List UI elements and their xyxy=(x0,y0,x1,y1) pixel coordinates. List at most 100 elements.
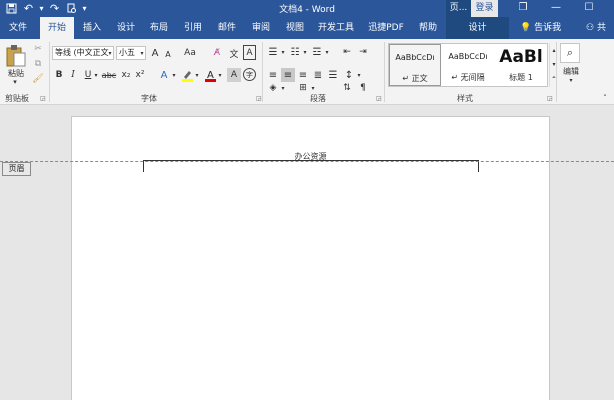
paragraph-launcher-icon[interactable]: ◲ xyxy=(376,95,382,102)
font-size-dropdown-icon[interactable]: ▾ xyxy=(138,47,146,59)
character-shading-icon[interactable]: A xyxy=(227,68,241,82)
enclose-characters-icon[interactable]: 字 xyxy=(243,68,256,81)
decrease-indent-icon[interactable]: ⇤ xyxy=(340,45,354,59)
bullets-dropdown-icon[interactable]: ▾ xyxy=(280,47,286,57)
paste-icon[interactable] xyxy=(4,43,28,69)
tab-header-design[interactable]: 设计 xyxy=(446,17,509,39)
style-sample: AaBl xyxy=(499,47,543,67)
group-divider xyxy=(49,42,50,102)
show-marks-icon[interactable]: ¶ xyxy=(356,83,370,93)
document-canvas: 办公资源 页眉 xyxy=(0,106,614,400)
justify-icon[interactable]: ≣ xyxy=(311,68,325,82)
document-page[interactable]: 办公资源 xyxy=(71,116,550,400)
login-button[interactable]: 登录 xyxy=(471,0,498,17)
shading-dropdown-icon[interactable]: ▾ xyxy=(280,83,286,93)
phonetic-guide-icon[interactable]: 文 xyxy=(228,46,240,60)
font-name-dropdown-icon[interactable]: ▾ xyxy=(106,47,114,59)
multilevel-dropdown-icon[interactable]: ▾ xyxy=(324,47,330,57)
font-group-label: 字体 xyxy=(141,94,157,103)
character-border-icon[interactable]: A xyxy=(243,45,256,60)
tab-design[interactable]: 设计 xyxy=(112,17,140,39)
tab-view[interactable]: 视图 xyxy=(281,17,309,39)
style-name: 标题 1 xyxy=(509,73,533,82)
context-tool-title: 页... xyxy=(446,0,471,17)
shading-icon[interactable]: ◈ xyxy=(266,83,280,93)
shrink-font-button[interactable]: A xyxy=(163,48,173,60)
group-divider xyxy=(384,42,385,102)
cut-icon[interactable]: ✂ xyxy=(32,43,44,55)
tab-home[interactable]: 开始 xyxy=(40,17,74,39)
line-spacing-dropdown-icon[interactable]: ▾ xyxy=(356,70,362,80)
bold-button[interactable]: B xyxy=(53,68,65,82)
styles-launcher-icon[interactable]: ◲ xyxy=(547,95,553,102)
styles-group-label: 样式 xyxy=(457,94,473,103)
collapse-ribbon-icon[interactable]: ˄ xyxy=(600,93,610,103)
superscript-button[interactable]: x² xyxy=(134,68,146,82)
tab-insert[interactable]: 插入 xyxy=(78,17,106,39)
clipboard-launcher-icon[interactable]: ◲ xyxy=(40,95,46,102)
group-divider xyxy=(556,42,557,102)
text-effects-icon[interactable]: A xyxy=(157,68,171,82)
italic-button[interactable]: I xyxy=(67,68,79,82)
font-launcher-icon[interactable]: ◲ xyxy=(256,95,262,102)
font-name-select[interactable]: 等线 (中文正文 xyxy=(52,46,114,60)
borders-icon[interactable]: ⊞ xyxy=(296,83,310,93)
clear-formatting-icon[interactable]: A̸ xyxy=(210,46,224,60)
editing-dropdown-icon[interactable]: ▾ xyxy=(566,76,576,84)
tab-layout[interactable]: 布局 xyxy=(145,17,173,39)
grow-font-button[interactable]: A xyxy=(149,46,161,60)
distributed-icon[interactable]: ☰ xyxy=(326,68,340,82)
increase-indent-icon[interactable]: ⇥ xyxy=(356,45,370,59)
paste-label[interactable]: 粘贴 xyxy=(4,68,28,78)
tab-references[interactable]: 引用 xyxy=(179,17,207,39)
style-no-spacing[interactable]: AaBbCcDı ↵ 无间隔 xyxy=(442,44,494,86)
font-color-icon[interactable]: A xyxy=(203,68,217,82)
tab-pdf[interactable]: 迅捷PDF xyxy=(366,17,406,39)
tab-developer[interactable]: 开发工具 xyxy=(315,17,357,39)
underline-dropdown-icon[interactable]: ▾ xyxy=(93,70,99,80)
multilevel-list-icon[interactable]: ☲ xyxy=(310,45,324,59)
style-normal[interactable]: AaBbCcDı ↵ 正文 xyxy=(389,44,441,86)
share-button[interactable]: ⚇ 共享 xyxy=(586,17,614,55)
group-divider xyxy=(262,42,263,102)
tell-me-search[interactable]: 💡 告诉我 xyxy=(520,17,561,39)
numbering-dropdown-icon[interactable]: ▾ xyxy=(302,47,308,57)
tab-review[interactable]: 审阅 xyxy=(247,17,275,39)
ribbon-display-options-icon[interactable]: ❐ xyxy=(508,0,538,17)
highlight-color-icon[interactable] xyxy=(180,68,194,82)
align-center-icon[interactable]: ≡ xyxy=(281,68,295,82)
style-name: ↵ 无间隔 xyxy=(451,73,485,82)
styles-gallery: AaBbCcDı ↵ 正文 AaBbCcDı ↵ 无间隔 AaBl 标题 1 xyxy=(388,43,548,87)
subscript-button[interactable]: x₂ xyxy=(120,68,132,82)
ribbon: 粘贴 ▾ ✂ ⧉ 🖌 剪贴板 ◲ 等线 (中文正文 ▾ 小五 ▾ A A Aa … xyxy=(0,39,614,105)
line-spacing-icon[interactable]: ↕ xyxy=(342,68,356,82)
paste-dropdown-icon[interactable]: ▾ xyxy=(10,78,20,86)
borders-dropdown-icon[interactable]: ▾ xyxy=(310,83,316,93)
font-color-dropdown-icon[interactable]: ▾ xyxy=(217,70,223,80)
text-effects-dropdown-icon[interactable]: ▾ xyxy=(171,70,177,80)
strikethrough-button[interactable]: abc xyxy=(101,68,117,82)
highlight-dropdown-icon[interactable]: ▾ xyxy=(194,70,200,80)
align-right-icon[interactable]: ≡ xyxy=(296,68,310,82)
search-icon[interactable]: ⌕ xyxy=(560,43,580,63)
style-heading-1[interactable]: AaBl 标题 1 xyxy=(495,44,547,86)
tab-file[interactable]: 文件 xyxy=(4,17,32,39)
change-case-button[interactable]: Aa xyxy=(181,46,199,60)
style-sample: AaBbCcDı xyxy=(395,53,435,62)
sort-icon[interactable]: ⇅ xyxy=(340,83,354,93)
title-bar: ↶ ▾ ↷ ▾ 文档4 - Word 页... 登录 ❐ — ☐ xyxy=(0,0,614,17)
clipboard-group-label: 剪贴板 xyxy=(5,94,29,103)
align-left-icon[interactable]: ≡ xyxy=(266,68,280,82)
tab-help[interactable]: 帮助 xyxy=(414,17,442,39)
tab-mailings[interactable]: 邮件 xyxy=(213,17,241,39)
minimize-button[interactable]: — xyxy=(541,0,571,17)
format-painter-icon[interactable]: 🖌 xyxy=(32,73,44,85)
tell-me-label: 告诉我 xyxy=(534,23,562,33)
numbering-icon[interactable]: ☷ xyxy=(288,45,302,59)
paragraph-group-label: 段落 xyxy=(310,94,326,103)
bullets-icon[interactable]: ☰ xyxy=(266,45,280,59)
header-tag: 页眉 xyxy=(2,162,31,176)
copy-icon[interactable]: ⧉ xyxy=(32,58,44,70)
maximize-button[interactable]: ☐ xyxy=(574,0,604,17)
style-name: ↵ 正文 xyxy=(402,74,428,83)
